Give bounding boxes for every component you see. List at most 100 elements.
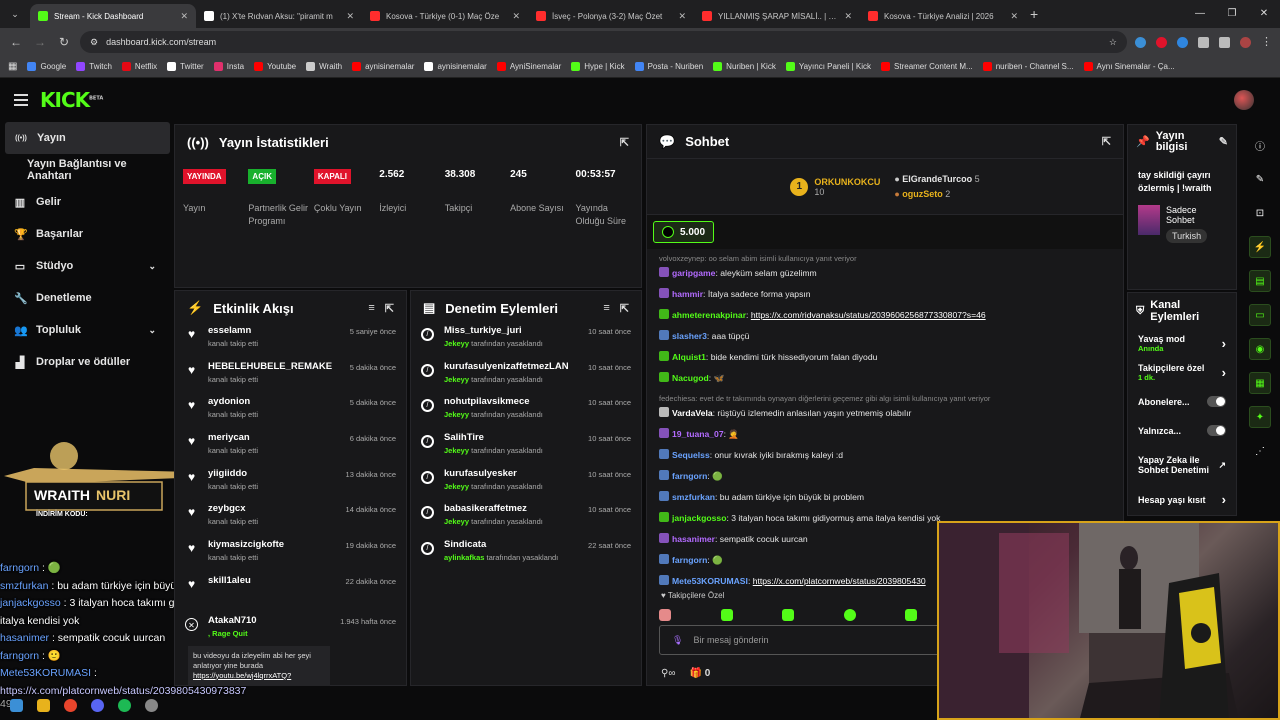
feed-username[interactable]: AtakaN710 xyxy=(208,615,330,626)
start-icon[interactable] xyxy=(10,698,23,712)
moderator-name[interactable]: Jekeyy xyxy=(444,517,469,526)
bookmark-item[interactable]: Google xyxy=(27,62,66,71)
bookmark-item[interactable]: Posta - Nuriben xyxy=(634,62,703,71)
bolt-icon[interactable]: ⚡ xyxy=(1249,236,1271,258)
feed-username[interactable]: HEBELEHUBELE_REMAKE xyxy=(208,361,340,372)
chat-username[interactable]: janjackgosso xyxy=(672,513,726,523)
browser-tab[interactable]: İsveç - Polonya (3-2) Maç Özet ✕ xyxy=(528,4,694,28)
new-tab-button[interactable]: + xyxy=(1030,6,1038,22)
feed-username[interactable]: aydonion xyxy=(208,396,340,407)
chat-username[interactable]: ahmeterenakpinar xyxy=(672,310,746,320)
feed-username[interactable]: esselamn xyxy=(208,325,340,336)
site-info-icon[interactable]: ⚙ xyxy=(90,37,98,48)
discord-icon[interactable] xyxy=(91,698,104,712)
banned-username[interactable]: SalihTire xyxy=(444,432,578,443)
tab-close-icon[interactable]: ✕ xyxy=(678,11,686,22)
chat-username[interactable]: Nacugod xyxy=(672,373,709,383)
chat-link[interactable]: https://x.com/ridvanaksu/status/20396062… xyxy=(751,310,986,320)
browser-tab[interactable]: Kosova - Türkiye Analizi | 2026 ✕ xyxy=(860,4,1026,28)
moderator-name[interactable]: aylinkafkas xyxy=(444,553,484,562)
sidebar-item[interactable]: 🏆 Başarılar xyxy=(0,218,172,250)
bookmark-item[interactable]: aynisinemalar xyxy=(352,62,414,71)
chevron-down-icon[interactable]: ⌄ xyxy=(148,325,156,336)
app-icon[interactable] xyxy=(145,698,158,712)
edit-icon[interactable]: ✎ xyxy=(1249,168,1271,190)
browser-tab[interactable]: YILLANMIŞ ŞARAP MİSALİ.. | LC ✕ xyxy=(694,4,860,28)
banned-username[interactable]: kurufasulyenizaffetmezLAN xyxy=(444,361,578,372)
back-icon[interactable]: ← xyxy=(8,35,24,49)
emote-icon[interactable] xyxy=(905,609,918,621)
browser-tab[interactable]: Kosova - Türkiye (0-1) Maç Öze ✕ xyxy=(362,4,528,28)
sidebar-item[interactable]: ▭ Stüdyo ⌄ xyxy=(0,250,172,282)
chrome-icon[interactable] xyxy=(64,698,77,712)
close-window-icon[interactable]: ✕ xyxy=(1248,0,1280,28)
chat-username[interactable]: slasher3 xyxy=(672,331,707,341)
puzzle-icon[interactable] xyxy=(1198,36,1209,48)
link-icon[interactable]: ⚲∞ xyxy=(661,668,675,679)
banned-username[interactable]: Sindicata xyxy=(444,539,578,550)
chat-username[interactable]: smzfurkan xyxy=(672,492,715,502)
feed-username[interactable]: meriycan xyxy=(208,432,340,443)
chat-username[interactable]: VardaVela xyxy=(672,408,713,418)
moderator-name[interactable]: Jekeyy xyxy=(444,446,469,455)
external-link-icon[interactable]: ↗ xyxy=(1218,460,1226,471)
chat-bubble-icon[interactable]: ▭ xyxy=(1249,304,1271,326)
popout-icon[interactable]: ⇱ xyxy=(385,302,394,315)
banned-username[interactable]: babasikeraffetmez xyxy=(444,503,578,514)
stats-icon[interactable]: ▦ xyxy=(1249,372,1271,394)
more-icon[interactable]: ⋰ xyxy=(1249,440,1271,462)
chat-username[interactable]: garipgame xyxy=(672,268,715,278)
banned-username[interactable]: kurufasulyesker xyxy=(444,468,578,479)
url-field[interactable]: ⚙ dashboard.kick.com/stream ☆ xyxy=(80,31,1127,53)
profile-avatar[interactable] xyxy=(1240,36,1251,48)
sidebar-item[interactable]: ▥ Gelir xyxy=(0,186,172,218)
chat-username[interactable]: hammir xyxy=(672,289,703,299)
bookmark-item[interactable]: Netflix xyxy=(121,62,157,71)
toggle-switch[interactable] xyxy=(1207,396,1226,407)
chat-username[interactable]: hasanimer xyxy=(672,534,715,544)
broadcast-icon[interactable]: ◉ xyxy=(1249,338,1271,360)
channel-action-item[interactable]: Yavaş mod Anında › xyxy=(1128,329,1236,358)
bookmark-item[interactable]: Twitter xyxy=(167,62,204,71)
tab-search-icon[interactable]: ⌄ xyxy=(4,3,26,25)
banned-username[interactable]: nohutpilavsikmece xyxy=(444,396,578,407)
bookmark-item[interactable]: aynisinemalar xyxy=(424,62,487,71)
moderator-name[interactable]: Jekeyy xyxy=(444,482,469,491)
popout-icon[interactable]: ⇱ xyxy=(620,302,629,315)
chat-username[interactable]: Sequelss xyxy=(672,450,710,460)
feed-username[interactable]: zeybgcx xyxy=(208,503,336,514)
hamburger-menu-icon[interactable] xyxy=(14,94,28,106)
chat-username[interactable]: farngorn xyxy=(672,555,707,565)
filter-icon[interactable]: ≡ xyxy=(368,302,374,314)
apps-icon[interactable]: ▦ xyxy=(8,61,17,72)
feed-username[interactable]: yiigiiddo xyxy=(208,468,336,479)
tab-close-icon[interactable]: ✕ xyxy=(1010,11,1018,22)
channel-action-item[interactable]: Abonelere... xyxy=(1128,387,1236,416)
channel-action-item[interactable]: Takipçilere özel 1 dk. › xyxy=(1128,358,1236,387)
chat-username[interactable]: 19_tuana_07 xyxy=(672,429,724,439)
moderator-name[interactable]: Jekeyy xyxy=(444,410,469,419)
popout-icon[interactable]: ⇱ xyxy=(620,136,629,149)
moderator-name[interactable]: Jekeyy xyxy=(444,339,469,348)
reload-icon[interactable]: ↻ xyxy=(56,35,72,49)
bookmark-item[interactable]: nuriben - Channel S... xyxy=(982,62,1074,71)
bookmark-item[interactable]: Twitch xyxy=(76,62,112,71)
document-icon[interactable]: ▤ xyxy=(1249,270,1271,292)
sidebar-item[interactable]: 👥 Topluluk ⌄ xyxy=(0,314,172,346)
tab-close-icon[interactable]: ✕ xyxy=(844,11,852,22)
feed-link[interactable]: https://youtu.be/wj4lqrrxATQ? xyxy=(193,671,291,680)
language-tag[interactable]: Turkish xyxy=(1166,229,1208,243)
emote-icon[interactable] xyxy=(659,609,671,621)
forward-icon[interactable]: → xyxy=(32,35,48,49)
restore-icon[interactable]: ❐ xyxy=(1216,0,1248,28)
feed-username[interactable]: skill1aleu xyxy=(208,575,336,586)
chevron-right-icon[interactable]: › xyxy=(1222,492,1226,507)
user-avatar[interactable] xyxy=(1234,90,1254,110)
channel-action-item[interactable]: Yapay Zeka ile Sohbet Denetimi ↗ xyxy=(1128,445,1236,485)
bookmark-item[interactable]: Aynı Sinemalar - Ça... xyxy=(1083,62,1175,71)
popout-icon[interactable]: ⇱ xyxy=(1102,135,1111,148)
shield-icon[interactable] xyxy=(1177,36,1188,48)
moderator-name[interactable]: Jekeyy xyxy=(444,375,469,384)
kebab-menu-icon[interactable]: ⋮ xyxy=(1261,36,1272,48)
edit-icon[interactable]: ✎ xyxy=(1219,136,1228,148)
